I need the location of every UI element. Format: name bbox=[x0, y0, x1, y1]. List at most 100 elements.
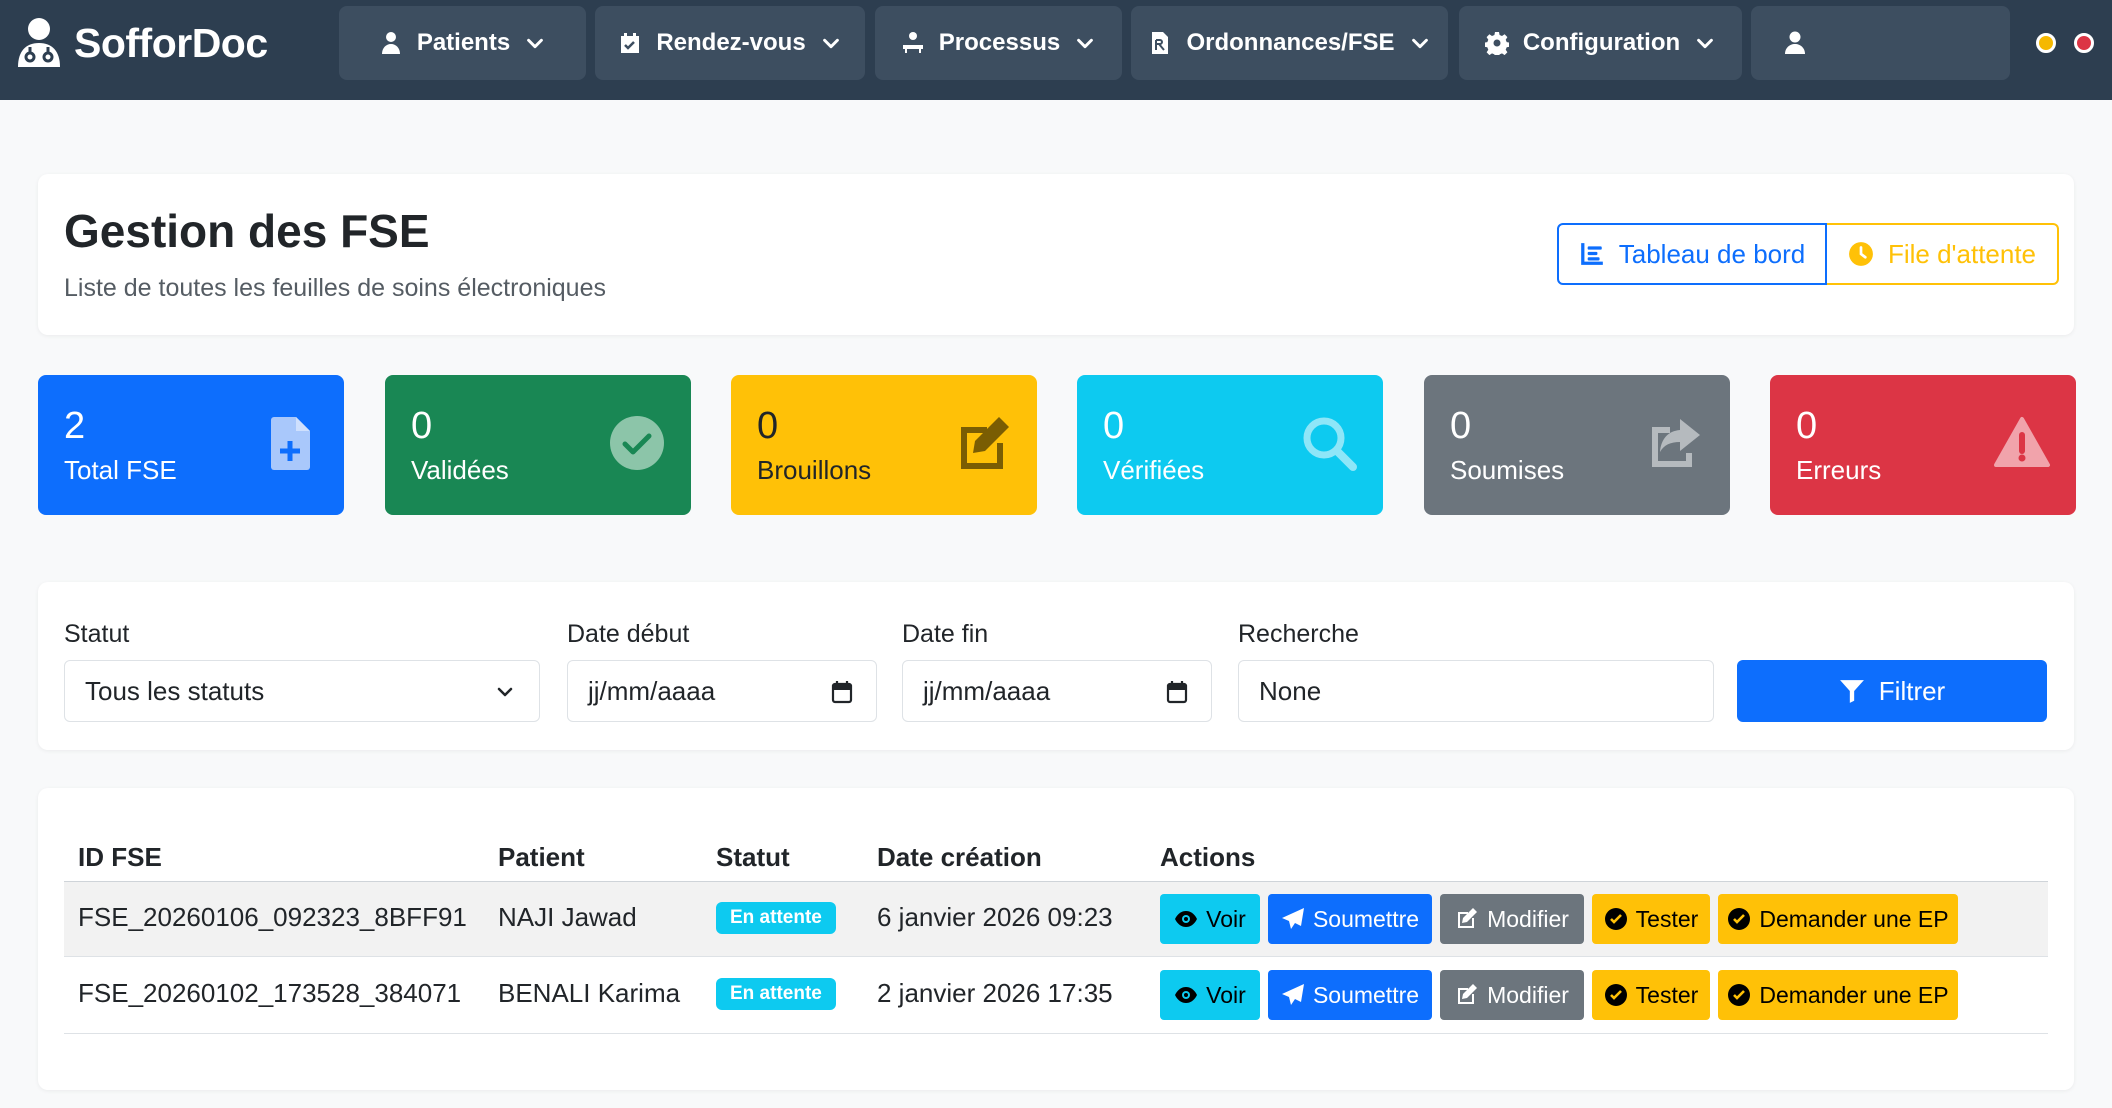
start-date-label: Date début bbox=[567, 620, 690, 648]
search-label: Recherche bbox=[1238, 620, 1359, 648]
date-cell: 2 janvier 2026 17:35 bbox=[877, 978, 1113, 1008]
edit-icon bbox=[961, 417, 1009, 469]
search-input-value: None bbox=[1259, 675, 1322, 706]
nav-processus[interactable]: Processus bbox=[875, 6, 1122, 80]
status-select[interactable]: Tous les statuts bbox=[64, 660, 540, 722]
gear-icon bbox=[1484, 32, 1509, 55]
status-select-value: Tous les statuts bbox=[85, 675, 265, 706]
request-ep-button[interactable]: Demander une EP bbox=[1718, 970, 1958, 1020]
user-doctor-icon bbox=[381, 32, 400, 54]
status-badge: En attente bbox=[716, 902, 836, 934]
filter-button[interactable]: Filtrer bbox=[1737, 660, 2047, 722]
stat-label: Total FSE bbox=[64, 455, 177, 485]
chevron-down-icon bbox=[497, 687, 513, 697]
check-circle-icon bbox=[610, 416, 664, 470]
submit-button[interactable]: Soumettre bbox=[1268, 970, 1432, 1020]
test-button[interactable]: Tester bbox=[1592, 894, 1710, 944]
user-icon bbox=[1785, 31, 1805, 54]
stat-label: Brouillons bbox=[757, 455, 872, 485]
start-date-input[interactable]: jj/mm/aaaa bbox=[567, 660, 877, 722]
page-title: Gestion des FSE bbox=[64, 205, 430, 257]
view-button[interactable]: Voir bbox=[1160, 894, 1260, 944]
prescription-file-icon bbox=[1152, 32, 1169, 54]
view-button[interactable]: Voir bbox=[1160, 970, 1260, 1020]
chevron-down-icon bbox=[527, 38, 544, 49]
table-row: FSE_20260106_092323_8BFF91 NAJI Jawad En… bbox=[64, 881, 2048, 957]
end-date-placeholder: jj/mm/aaaa bbox=[923, 675, 1051, 706]
column-header-id: ID FSE bbox=[78, 842, 162, 872]
doctor-logo-icon bbox=[18, 18, 60, 67]
start-date-placeholder: jj/mm/aaaa bbox=[588, 675, 716, 706]
paper-plane-icon bbox=[1281, 984, 1304, 1005]
table-row: FSE_20260102_173528_384071 BENALI Karima… bbox=[64, 958, 2048, 1034]
chevron-down-icon bbox=[1077, 38, 1094, 49]
status-dot-error bbox=[2074, 33, 2094, 53]
edit-button[interactable]: Modifier bbox=[1440, 894, 1584, 944]
request-ep-button[interactable]: Demander une EP bbox=[1718, 894, 1958, 944]
queue-button[interactable]: File d'attente bbox=[1827, 223, 2059, 285]
status-dot-warning bbox=[2036, 33, 2056, 53]
page-subtitle: Liste de toutes les feuilles de soins él… bbox=[64, 274, 606, 302]
view-button-label: Voir bbox=[1206, 981, 1246, 1008]
edit-icon bbox=[1458, 908, 1478, 928]
eye-icon bbox=[1175, 911, 1198, 927]
submit-button-label: Soumettre bbox=[1312, 905, 1420, 932]
paper-plane-icon bbox=[1281, 908, 1304, 929]
file-plus-icon bbox=[271, 417, 310, 470]
dashboard-button[interactable]: Tableau de bord bbox=[1557, 223, 1827, 285]
status-badge: En attente bbox=[716, 978, 836, 1010]
nav-user-menu[interactable] bbox=[1751, 6, 2010, 80]
filter-icon bbox=[1839, 680, 1864, 703]
view-button-label: Voir bbox=[1206, 905, 1246, 932]
queue-button-label: File d'attente bbox=[1887, 238, 2037, 269]
clock-icon bbox=[1849, 242, 1873, 266]
search-input[interactable]: None bbox=[1238, 660, 1714, 722]
end-date-label: Date fin bbox=[902, 620, 989, 648]
patient-cell: NAJI Jawad bbox=[498, 902, 637, 932]
stat-label: Soumises bbox=[1450, 455, 1565, 485]
request-ep-button-label: Demander une EP bbox=[1759, 981, 1949, 1008]
nav-patients[interactable]: Patients bbox=[339, 6, 586, 80]
brand-logo[interactable]: SofforDoc bbox=[16, 16, 268, 70]
edit-icon bbox=[1458, 984, 1478, 1004]
nav-configuration-label: Configuration bbox=[1522, 29, 1681, 56]
eye-icon bbox=[1175, 987, 1198, 1003]
filter-card: Statut Tous les statuts Date début jj/mm… bbox=[38, 582, 2074, 750]
chart-line-icon bbox=[1580, 243, 1603, 265]
column-header-date: Date création bbox=[877, 842, 1042, 872]
stat-verifiees: 0 Vérifiées bbox=[1077, 375, 1383, 515]
stat-value: 0 bbox=[411, 405, 433, 447]
nav-ordonnances-fse[interactable]: Ordonnances/FSE bbox=[1131, 6, 1448, 80]
submit-button[interactable]: Soumettre bbox=[1268, 894, 1432, 944]
nav-rendez-vous[interactable]: Rendez-vous bbox=[595, 6, 865, 80]
status-filter-label: Statut bbox=[64, 620, 130, 648]
stat-erreurs: 0 Erreurs bbox=[1770, 375, 2076, 515]
procedures-icon bbox=[902, 32, 923, 53]
nav-ordonnances-label: Ordonnances/FSE bbox=[1186, 29, 1395, 56]
chevron-down-icon bbox=[1411, 38, 1428, 49]
test-button-label: Tester bbox=[1635, 905, 1699, 932]
stat-validees: 0 Validées bbox=[385, 375, 691, 515]
end-date-input[interactable]: jj/mm/aaaa bbox=[902, 660, 1212, 722]
edit-button-label: Modifier bbox=[1487, 905, 1569, 932]
stat-value: 0 bbox=[1450, 405, 1472, 447]
calendar-icon[interactable] bbox=[1165, 680, 1189, 704]
stat-value: 2 bbox=[64, 405, 86, 447]
date-cell: 6 janvier 2026 09:23 bbox=[877, 902, 1113, 932]
fse-id-cell: FSE_20260102_173528_384071 bbox=[78, 978, 462, 1008]
calendar-check-icon bbox=[621, 33, 640, 53]
patient-cell: BENALI Karima bbox=[498, 978, 681, 1008]
check-circle-icon bbox=[1604, 984, 1627, 1006]
nav-configuration[interactable]: Configuration bbox=[1459, 6, 1742, 80]
test-button[interactable]: Tester bbox=[1592, 970, 1710, 1020]
search-icon bbox=[1303, 417, 1357, 471]
edit-button[interactable]: Modifier bbox=[1440, 970, 1584, 1020]
request-ep-button-label: Demander une EP bbox=[1759, 905, 1949, 932]
chevron-down-icon bbox=[822, 38, 839, 49]
dashboard-button-label: Tableau de bord bbox=[1618, 238, 1806, 269]
calendar-icon[interactable] bbox=[830, 680, 854, 704]
warning-icon bbox=[1994, 417, 2050, 467]
fse-id-cell: FSE_20260106_092323_8BFF91 bbox=[78, 902, 467, 932]
fse-table-card: ID FSE Patient Statut Date création Acti… bbox=[38, 788, 2074, 1090]
stat-value: 0 bbox=[757, 405, 779, 447]
